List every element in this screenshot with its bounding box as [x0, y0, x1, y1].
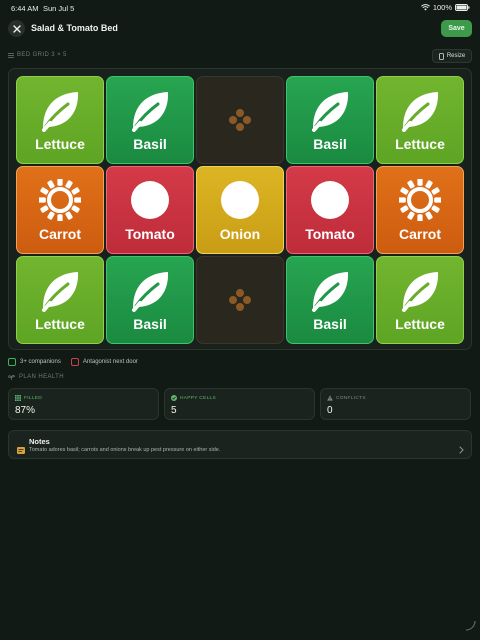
cell-label: Lettuce [35, 136, 85, 152]
grid-label: BED GRID 3 × 5 [8, 52, 67, 58]
stat-value-conflicts: 0 [327, 405, 333, 416]
grid-cell-empty[interactable] [196, 256, 284, 344]
resize-label: Resize [446, 53, 466, 59]
grid-cell-lettuce[interactable]: Lettuce [16, 256, 104, 344]
stat-label-filled: FILLED [15, 395, 42, 401]
grid-cell-carrot[interactable]: Carrot [376, 166, 464, 254]
circle-icon [308, 178, 352, 222]
sun-ring-icon [38, 178, 82, 222]
grid-label-text: BED GRID 3 × 5 [17, 52, 67, 58]
stat-value-happy: 5 [171, 405, 177, 416]
cell-label: Basil [133, 316, 167, 332]
cell-label: Basil [313, 136, 347, 152]
save-button[interactable]: Save [441, 20, 472, 37]
legend-antagonist: Antagonist next door [82, 359, 138, 365]
grid-cell-tomato[interactable]: Tomato [106, 166, 194, 254]
chevron-right-icon [459, 441, 464, 459]
close-icon [12, 24, 21, 33]
circle-icon [128, 178, 172, 222]
stat-value-filled: 87% [15, 405, 36, 416]
leaf-icon [128, 88, 172, 132]
resize-icon [438, 52, 444, 60]
plan-health-title: PLAN HEALTH [8, 374, 64, 380]
legend: 3+ companions Antagonist next door [8, 357, 138, 367]
grid-icon [8, 52, 14, 58]
stat-label-conflicts: CONFLICTS [327, 395, 366, 401]
grid-cell-carrot[interactable]: Carrot [16, 166, 104, 254]
leaf-icon [398, 268, 442, 312]
grid-cell-lettuce[interactable]: Lettuce [376, 256, 464, 344]
sun-ring-icon [398, 178, 442, 222]
leaf-icon [398, 88, 442, 132]
notes-card[interactable]: Notes Tomato adores basil; carrots and o… [8, 430, 472, 459]
cell-label: Lettuce [395, 136, 445, 152]
legend-companions: 3+ companions [20, 359, 61, 365]
cell-label: Lettuce [395, 316, 445, 332]
cell-label: Carrot [398, 226, 441, 242]
battery-icon [455, 4, 470, 11]
circle-icon [218, 178, 262, 222]
wifi-icon [420, 4, 430, 11]
status-right: 100% [420, 3, 470, 12]
check-circle-icon [171, 395, 177, 401]
nav-bar: Salad & Tomato Bed Save [0, 17, 480, 43]
seed-icon [218, 98, 262, 142]
warning-icon [327, 395, 333, 401]
grid-cell-lettuce[interactable]: Lettuce [16, 76, 104, 164]
leaf-icon [308, 268, 352, 312]
grid-cell-basil[interactable]: Basil [286, 76, 374, 164]
companions-swatch [8, 358, 16, 366]
grid-icon [15, 395, 21, 401]
resize-button[interactable]: Resize [432, 49, 472, 63]
stat-card-filled: FILLED 87% [8, 388, 159, 420]
grid-cell-lettuce[interactable]: Lettuce [376, 76, 464, 164]
cell-label: Tomato [305, 226, 355, 242]
antagonist-swatch [70, 358, 79, 366]
sprout-icon [8, 375, 15, 380]
grid-cell-onion[interactable]: Onion [196, 166, 284, 254]
cell-label: Basil [133, 136, 167, 152]
seed-icon [218, 278, 262, 322]
status-date: Sun Jul 5 [43, 4, 75, 13]
status-bar: 6:44 AM Sun Jul 5 100% [0, 0, 480, 16]
bed-grid: Lettuce Basil Basil Lettuce Carrot Tomato Onio… [8, 68, 472, 350]
leaf-icon [38, 88, 82, 132]
stat-card-conflicts: CONFLICTS 0 [320, 388, 471, 420]
close-button[interactable] [8, 20, 25, 37]
cell-label: Onion [219, 226, 261, 242]
cell-label: Lettuce [35, 316, 85, 332]
leaf-icon [38, 268, 82, 312]
grid-cell-tomato[interactable]: Tomato [286, 166, 374, 254]
notes-icon [17, 441, 25, 459]
status-time: 6:44 AM [11, 4, 39, 13]
grid-header: BED GRID 3 × 5 Resize [8, 49, 472, 63]
notes-body: Tomato adores basil; carrots and onions … [29, 447, 221, 453]
resize-handle-icon [464, 618, 476, 636]
page-title: Salad & Tomato Bed [31, 23, 118, 33]
cell-label: Tomato [125, 226, 175, 242]
notes-title: Notes [29, 437, 50, 446]
grid-cell-basil[interactable]: Basil [106, 76, 194, 164]
battery-percent: 100% [432, 3, 452, 12]
stat-label-happy: HAPPY CELLS [171, 395, 216, 401]
cell-label: Carrot [38, 226, 81, 242]
cell-label: Basil [313, 316, 347, 332]
leaf-icon [128, 268, 172, 312]
stat-card-happy-cells: HAPPY CELLS 5 [164, 388, 315, 420]
grid-cell-basil[interactable]: Basil [286, 256, 374, 344]
plan-health-label: PLAN HEALTH [19, 374, 64, 380]
leaf-icon [308, 88, 352, 132]
grid-cell-basil[interactable]: Basil [106, 256, 194, 344]
grid-cell-empty[interactable] [196, 76, 284, 164]
